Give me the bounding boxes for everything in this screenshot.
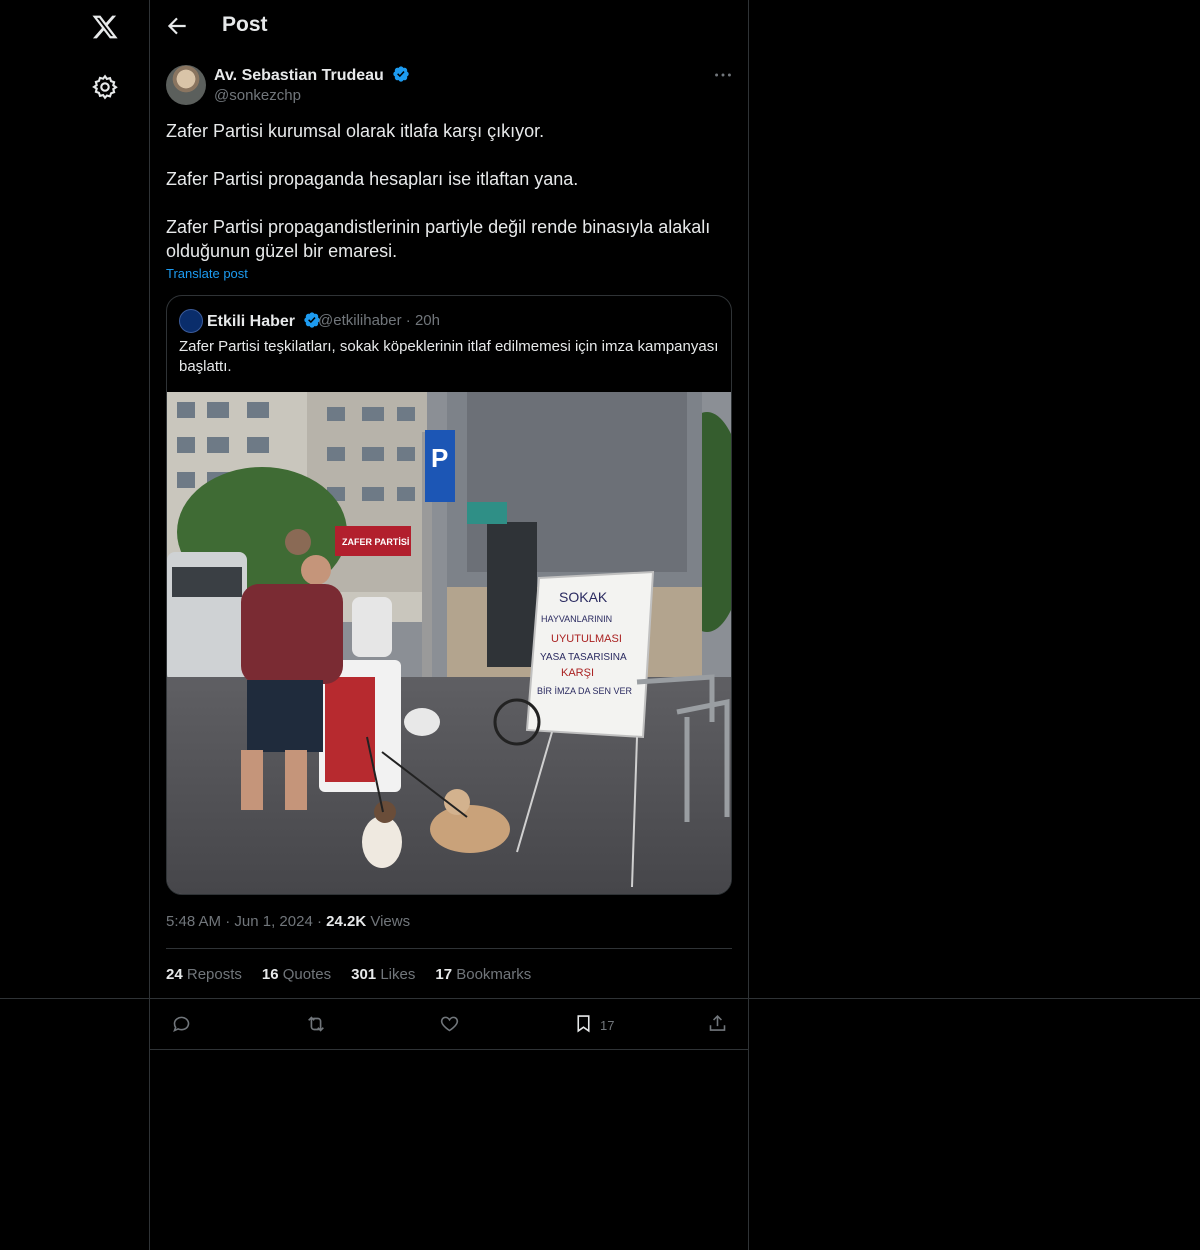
more-options-icon[interactable]	[712, 64, 734, 86]
bookmark-count: 17	[600, 1017, 615, 1033]
share-button[interactable]	[707, 1014, 728, 1036]
quote-author-handle[interactable]: @etkilihaber	[318, 312, 402, 329]
post-paragraph: Zafer Partisi propaganda hesapları ise i…	[166, 169, 579, 189]
author-name-text: Av. Sebastian Trudeau	[214, 67, 384, 84]
quote-author-name-text: Etkili Haber	[207, 313, 296, 330]
x-logo-icon[interactable]	[88, 10, 122, 44]
post-meta: 5:48 AM · Jun 1, 2024 · 24.2K Views	[166, 913, 410, 930]
separator-dot: ·	[405, 312, 415, 329]
bookmark-button[interactable]: 17	[573, 1014, 614, 1036]
reposts-label: Reposts	[186, 966, 242, 983]
views-count: 24.2K	[326, 913, 367, 930]
author-handle[interactable]: @sonkezchp	[214, 87, 301, 104]
likes-label: Likes	[380, 966, 416, 983]
post-stats: 24 Reposts 16 Quotes 301 Likes 17 Bookma…	[166, 966, 531, 983]
sign-line: YASA TASARISINA	[540, 652, 627, 663]
avatar[interactable]	[166, 65, 206, 105]
post-paragraph: Zafer Partisi kurumsal olarak itlafa kar…	[166, 121, 545, 141]
top-bar: Post	[150, 0, 748, 53]
divider	[166, 948, 732, 949]
post-paragraph: Zafer Partisi propagandistlerinin partiy…	[166, 217, 711, 261]
share-icon	[707, 1013, 728, 1037]
reposts-count: 24	[166, 966, 183, 983]
reply-icon	[171, 1013, 192, 1037]
author-name[interactable]: Av. Sebastian Trudeau	[214, 65, 410, 88]
quoted-post[interactable]: Etkili Haber @etkilihaber · 20h Zafer Pa…	[166, 295, 732, 895]
quote-image[interactable]: P ZAFER PARTİSİ SOKAK HAYVANLARININ UYUT…	[167, 392, 731, 894]
reply-button[interactable]	[171, 1014, 192, 1036]
views-label: Views	[370, 913, 411, 930]
likes-count: 301	[351, 966, 377, 983]
sign-line: KARŞI	[561, 667, 594, 679]
separator-dot: ·	[225, 913, 235, 930]
svg-text:P: P	[431, 443, 448, 473]
sign-line: HAYVANLARININ	[541, 614, 612, 624]
reposts-stat[interactable]: 24 Reposts	[166, 966, 242, 983]
quote-age: 20h	[414, 312, 440, 329]
sign-line: BİR İMZA DA SEN VER	[537, 686, 633, 696]
quote-author-name[interactable]: Etkili Haber	[207, 311, 321, 334]
main-column: Post Av. Sebastian Trudeau @sonkezchp Za…	[149, 0, 749, 1250]
translate-post-link[interactable]: Translate post	[166, 266, 248, 281]
bookmarks-count: 17	[435, 966, 453, 983]
bookmark-icon	[573, 1013, 594, 1037]
action-bar: 17	[150, 1001, 748, 1049]
banner-text: ZAFER PARTİSİ	[342, 537, 409, 547]
left-nav	[0, 0, 150, 1250]
repost-button[interactable]	[305, 1014, 327, 1036]
gear-icon[interactable]	[91, 73, 119, 101]
post-time[interactable]: 5:48 AM	[166, 913, 221, 930]
verified-badge-icon	[392, 65, 410, 88]
quote-handle-line: @etkilihaber · 20h	[318, 312, 440, 329]
heart-icon	[439, 1013, 460, 1037]
post-date[interactable]: Jun 1, 2024	[234, 913, 312, 930]
quote-avatar[interactable]	[179, 309, 203, 333]
page-title: Post	[222, 13, 268, 36]
repost-icon	[305, 1013, 327, 1038]
divider	[150, 1049, 748, 1050]
sign-line: SOKAK	[559, 589, 608, 605]
bookmarks-label: Bookmarks	[456, 966, 532, 983]
likes-stat[interactable]: 301 Likes	[351, 966, 415, 983]
quotes-count: 16	[261, 966, 279, 983]
like-button[interactable]	[439, 1014, 460, 1036]
quotes-label: Quotes	[282, 966, 332, 983]
post-text: Zafer Partisi kurumsal olarak itlafa kar…	[166, 119, 732, 263]
back-arrow-icon[interactable]	[164, 13, 190, 39]
quotes-stat[interactable]: 16 Quotes	[262, 966, 331, 983]
bookmarks-stat[interactable]: 17 Bookmarks	[435, 966, 531, 983]
sign-line: UYUTULMASI	[551, 633, 622, 645]
separator-dot: ·	[316, 913, 327, 930]
quote-text: Zafer Partisi teşkilatları, sokak köpekl…	[179, 338, 719, 375]
